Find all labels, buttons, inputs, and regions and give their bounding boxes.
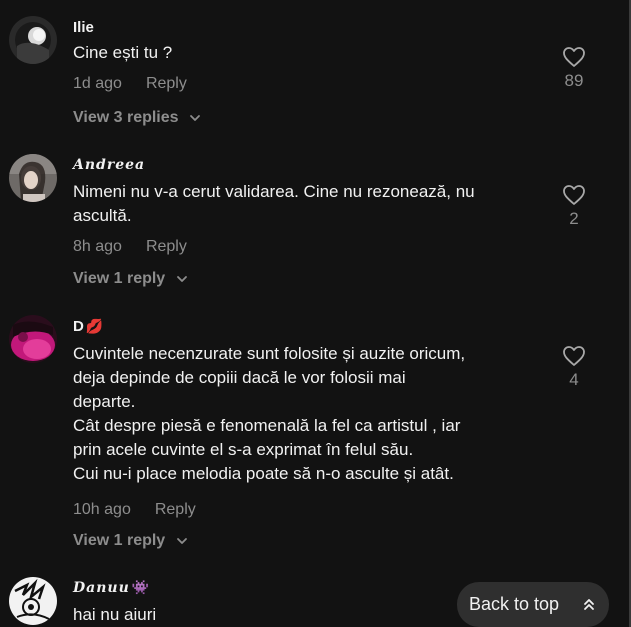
comment-text: Nimeni nu v-a cerut validarea. Cine nu r… bbox=[73, 182, 475, 225]
avatar[interactable] bbox=[9, 315, 57, 363]
chevron-down-icon bbox=[176, 275, 187, 282]
avatar[interactable] bbox=[9, 577, 57, 625]
comment-meta: 8h ago Reply bbox=[73, 238, 187, 256]
username-text: D bbox=[73, 318, 84, 335]
comment-username[interactable]: 𝑨𝒏𝒅𝒓𝒆𝒆𝒂 bbox=[73, 157, 145, 173]
avatar-dark-photo bbox=[9, 16, 57, 64]
alien-monster-emoji: 👾 bbox=[131, 580, 151, 596]
heart-icon[interactable] bbox=[562, 46, 586, 68]
chevron-down-icon bbox=[190, 114, 200, 121]
avatar[interactable] bbox=[9, 16, 57, 64]
avatar-pink-photo bbox=[9, 315, 57, 363]
view-replies-button[interactable]: View 1 reply bbox=[73, 532, 188, 550]
like-section: 2 bbox=[556, 184, 592, 229]
like-count: 2 bbox=[569, 209, 579, 228]
avatar[interactable] bbox=[9, 154, 57, 202]
comment-username[interactable]: D 💋 bbox=[73, 318, 103, 335]
comment-time: 8h ago bbox=[73, 238, 122, 255]
view-replies-label: View 1 reply bbox=[73, 532, 166, 549]
view-replies-label: View 3 replies bbox=[73, 109, 179, 126]
username-text: 𝑫𝒂𝒏𝒖𝒖 bbox=[73, 580, 130, 596]
comment-meta: 1d ago Reply bbox=[73, 75, 187, 93]
like-section: 4 bbox=[556, 345, 592, 390]
reply-button[interactable]: Reply bbox=[155, 501, 196, 518]
comment-time: 10h ago bbox=[73, 501, 131, 518]
comment-meta: 10h ago Reply bbox=[73, 501, 196, 519]
back-to-top-label: Back to top bbox=[469, 594, 560, 614]
lips-emoji: 💋 bbox=[85, 319, 104, 335]
like-count: 4 bbox=[569, 370, 579, 389]
reply-button[interactable]: Reply bbox=[146, 75, 187, 92]
comment-text: Cine ești tu ? bbox=[73, 43, 173, 62]
comment-username[interactable]: 𝑫𝒂𝒏𝒖𝒖 👾 bbox=[73, 580, 150, 596]
reply-button[interactable]: Reply bbox=[146, 238, 187, 255]
comments-panel: Ilie Cine ești tu ? 1d ago Reply View 3 r… bbox=[0, 0, 631, 627]
like-count: 89 bbox=[564, 71, 584, 90]
heart-icon[interactable] bbox=[562, 184, 586, 206]
view-replies-button[interactable]: View 3 replies bbox=[73, 109, 201, 127]
like-section: 89 bbox=[556, 46, 592, 91]
chevron-down-icon bbox=[176, 537, 187, 544]
heart-icon[interactable] bbox=[562, 345, 586, 367]
back-to-top-button[interactable]: Back to top bbox=[457, 582, 609, 627]
avatar-person-photo bbox=[9, 154, 57, 202]
view-replies-button[interactable]: View 1 reply bbox=[73, 270, 188, 288]
avatar-sketch-photo bbox=[9, 577, 57, 625]
view-replies-label: View 1 reply bbox=[73, 270, 166, 287]
comment-time: 1d ago bbox=[73, 75, 122, 92]
double-chevron-up-icon bbox=[584, 599, 594, 610]
comment-text: Cuvintele necenzurate sunt folosite și a… bbox=[73, 344, 466, 483]
comment-username[interactable]: Ilie bbox=[73, 19, 94, 36]
